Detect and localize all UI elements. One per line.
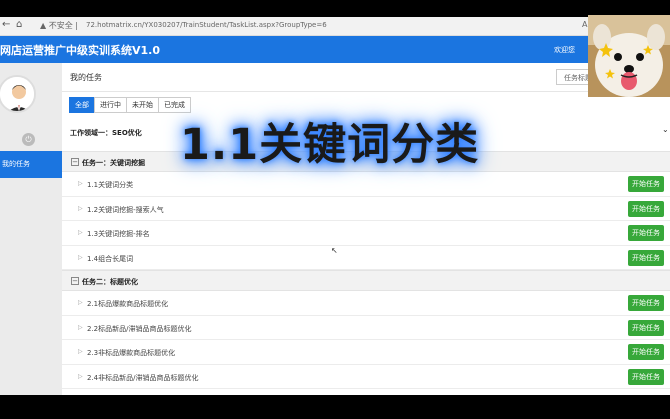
tab-all[interactable]: 全部 (69, 97, 95, 113)
expand-triangle-icon[interactable]: ▷ (78, 348, 83, 355)
task-title[interactable]: 2.2标品新品/滞销品商品标题优化 (87, 324, 192, 334)
start-task-button[interactable]: 开始任务 (628, 225, 664, 241)
power-icon[interactable]: ⏻ (22, 133, 35, 146)
chevron-down-icon[interactable]: ⌄ (662, 125, 669, 134)
tab-in-progress[interactable]: 进行中 (94, 97, 127, 113)
warning-icon: ▲ (40, 21, 47, 30)
start-task-button[interactable]: 开始任务 (628, 368, 664, 385)
reader-mode-icon[interactable]: A (582, 20, 587, 29)
start-task-button[interactable]: 开始任务 (628, 319, 664, 336)
expand-triangle-icon[interactable]: ▷ (78, 324, 83, 331)
work-field-label: 工作领域一：SEO优化 (70, 129, 142, 137)
group-title: 任务二：标题优化 (82, 278, 138, 286)
webcam-dog-image (588, 15, 670, 97)
table-row: ▷ 2.4非标品新品/滞销品商品标题优化 开始任务 (62, 365, 670, 389)
expand-triangle-icon[interactable]: ▷ (78, 205, 83, 212)
table-row: ▷ 1.1关键词分类 开始任务 (62, 172, 670, 197)
task-title[interactable]: 1.2关键词挖掘-搜索人气 (87, 205, 164, 215)
task-title[interactable]: 1.1关键词分类 (87, 180, 133, 190)
group-header-title-optimization[interactable]: − 任务二：标题优化 (62, 270, 670, 291)
sidebar-item-my-tasks[interactable]: 我的任务 (0, 151, 62, 178)
task-title[interactable]: 2.3非标品爆款商品标题优化 (87, 348, 175, 358)
dog-face-picture (588, 15, 670, 97)
mouse-pointer-icon: ↖ (331, 246, 338, 255)
collapse-minus-icon[interactable]: − (71, 158, 79, 166)
expand-triangle-icon[interactable]: ▷ (78, 180, 83, 187)
url-divider: | (75, 21, 78, 30)
security-warning[interactable]: ▲ 不安全 | (40, 20, 78, 31)
expand-triangle-icon[interactable]: ▷ (78, 373, 83, 380)
expand-triangle-icon[interactable]: ▷ (78, 254, 83, 261)
status-tabs: 全部 进行中 未开始 已完成 (69, 97, 191, 113)
tab-not-started[interactable]: 未开始 (126, 97, 159, 113)
table-row: ▷ 2.3非标品爆款商品标题优化 开始任务 (62, 340, 670, 365)
page-title: 我的任务 (70, 73, 102, 82)
app-title: 网店运营推广中级实训系统V1.0 (0, 44, 160, 57)
address-bar-url[interactable]: 72.hotmatrix.cn/YX030207/TrainStudent/Ta… (86, 21, 327, 29)
start-task-button[interactable]: 开始任务 (628, 249, 664, 266)
task-title[interactable]: 2.1标品爆款商品标题优化 (87, 299, 168, 309)
welcome-text: 欢迎您 (554, 46, 575, 54)
title-divider (62, 91, 670, 92)
start-task-button[interactable]: 开始任务 (628, 200, 664, 217)
task-title[interactable]: 1.4组合长尾词 (87, 254, 133, 264)
avatar-person-icon (0, 77, 34, 111)
table-row: ▷ 2.2标品新品/滞销品商品标题优化 开始任务 (62, 316, 670, 340)
back-arrow-icon[interactable]: ← (2, 19, 10, 30)
screen-bottom-letterbox (0, 395, 670, 419)
task-title[interactable]: 1.3关键词挖掘-排名 (87, 229, 150, 239)
table-row: ▷ 1.3关键词挖掘-排名 开始任务 (62, 221, 670, 246)
video-caption-overlay: 1.1关键词分类 (180, 120, 480, 170)
task-list: − 任务一：关键词挖掘 ▷ 1.1关键词分类 开始任务 ▷ 1.2关键词挖掘-搜… (62, 151, 670, 389)
group-title: 任务一：关键词挖掘 (82, 159, 145, 167)
security-label: 不安全 (48, 21, 73, 30)
start-task-button[interactable]: 开始任务 (628, 176, 664, 192)
table-row: ▷ 1.2关键词挖掘-搜索人气 开始任务 (62, 197, 670, 221)
table-row: ▷ 1.4组合长尾词 开始任务 (62, 246, 670, 270)
task-title[interactable]: 2.4非标品新品/滞销品商品标题优化 (87, 373, 199, 383)
app-header: 网店运营推广中级实训系统V1.0 欢迎您 (0, 36, 670, 63)
expand-triangle-icon[interactable]: ▷ (78, 229, 83, 236)
collapse-minus-icon[interactable]: − (71, 277, 79, 285)
start-task-button[interactable]: 开始任务 (628, 295, 664, 311)
sidebar: ⏻ 我的任务 (0, 63, 62, 395)
table-row: ▷ 2.1标品爆款商品标题优化 开始任务 (62, 291, 670, 316)
screen-top-letterbox (0, 0, 670, 17)
user-avatar (0, 75, 36, 113)
browser-toolbar: ← ⌂ ▲ 不安全 | 72.hotmatrix.cn/YX030207/Tra… (0, 17, 670, 36)
start-task-button[interactable]: 开始任务 (628, 344, 664, 360)
home-icon[interactable]: ⌂ (16, 19, 22, 30)
expand-triangle-icon[interactable]: ▷ (78, 299, 83, 306)
